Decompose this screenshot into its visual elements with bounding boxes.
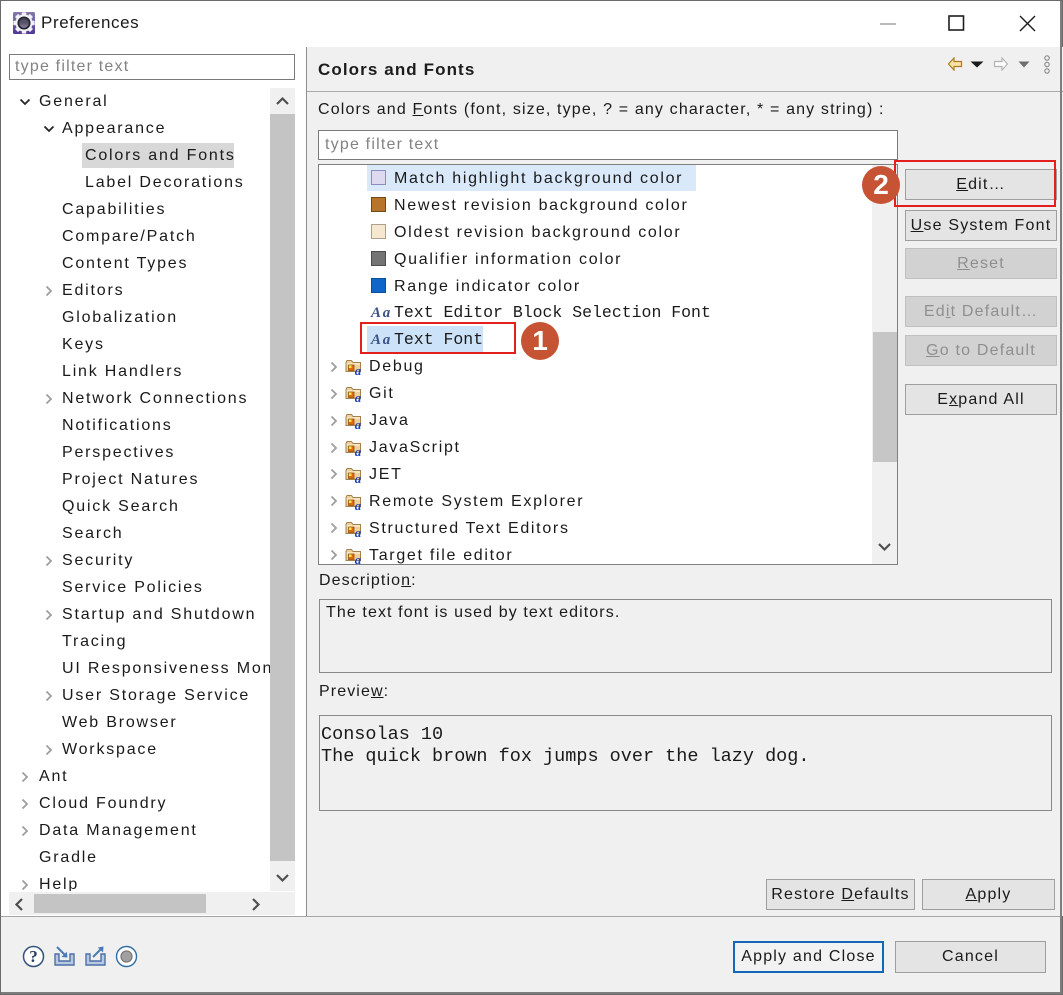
- svg-text:?: ?: [29, 947, 38, 966]
